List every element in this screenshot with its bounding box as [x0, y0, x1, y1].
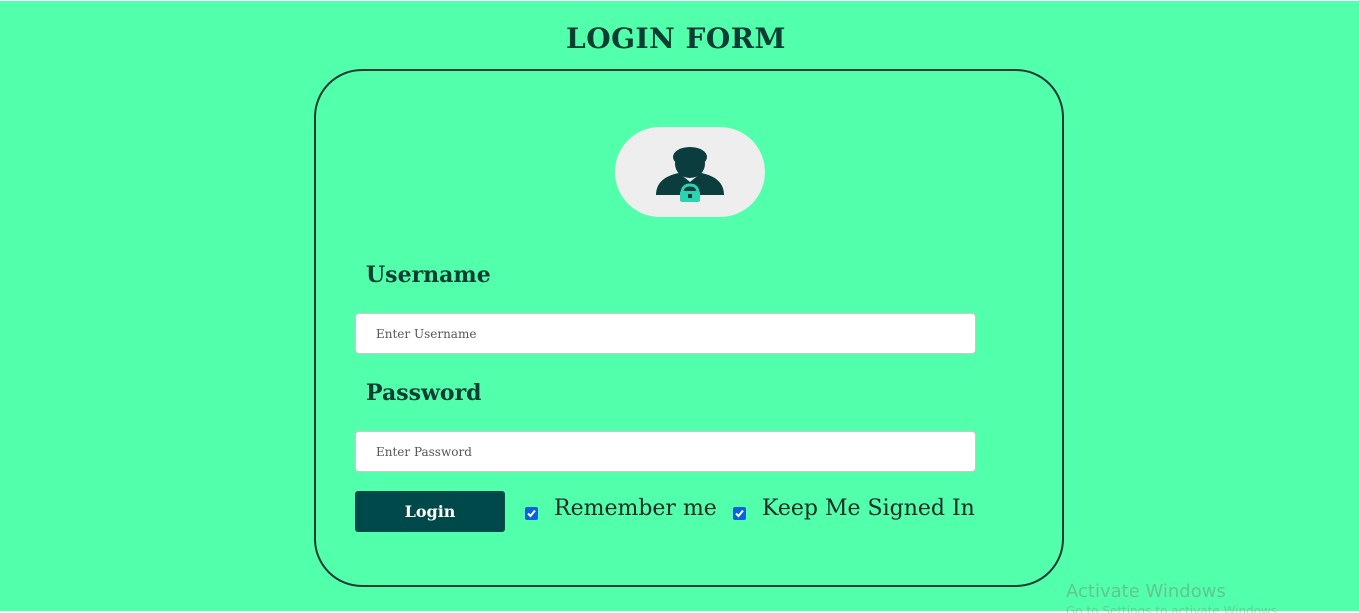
keep-signed-in-checkbox[interactable] [733, 507, 746, 520]
page-title: LOGIN FORM [566, 22, 786, 55]
checkmark-icon [735, 509, 744, 518]
activate-windows-subtitle: Go to Settings to activate Windows. [1066, 604, 1281, 613]
remember-me-label[interactable]: Remember me [554, 496, 717, 521]
password-input[interactable] [355, 431, 976, 472]
keep-signed-in-label[interactable]: Keep Me Signed In [762, 496, 975, 521]
activate-windows-watermark: Activate Windows [1066, 581, 1226, 602]
login-button[interactable]: Login [355, 491, 505, 532]
password-label: Password [366, 380, 482, 406]
username-label: Username [366, 262, 491, 288]
checkmark-icon [527, 509, 536, 518]
avatar [615, 127, 765, 217]
remember-me-checkbox[interactable] [525, 507, 538, 520]
username-input[interactable] [355, 313, 976, 354]
user-lock-icon [656, 147, 724, 202]
